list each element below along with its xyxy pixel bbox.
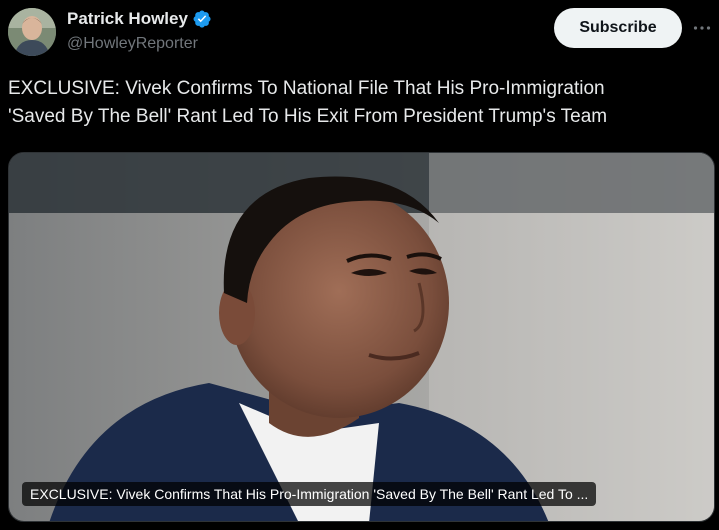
more-options-icon[interactable]	[690, 16, 714, 40]
author-name-row[interactable]: Patrick Howley	[67, 9, 212, 29]
subscribe-button[interactable]: Subscribe	[554, 8, 682, 48]
card-caption: EXCLUSIVE: Vivek Confirms That His Pro-I…	[22, 482, 597, 506]
author-handle[interactable]: @HowleyReporter	[67, 35, 198, 53]
link-card[interactable]: EXCLUSIVE: Vivek Confirms That His Pro-I…	[8, 152, 715, 522]
tweet: Patrick Howley @HowleyReporter Subscribe…	[0, 0, 719, 530]
card-photo	[9, 153, 714, 521]
author-name[interactable]: Patrick Howley	[67, 9, 188, 29]
tweet-text: EXCLUSIVE: Vivek Confirms To National Fi…	[8, 78, 608, 127]
author-avatar[interactable]	[8, 8, 56, 56]
verified-badge-icon	[193, 10, 211, 28]
